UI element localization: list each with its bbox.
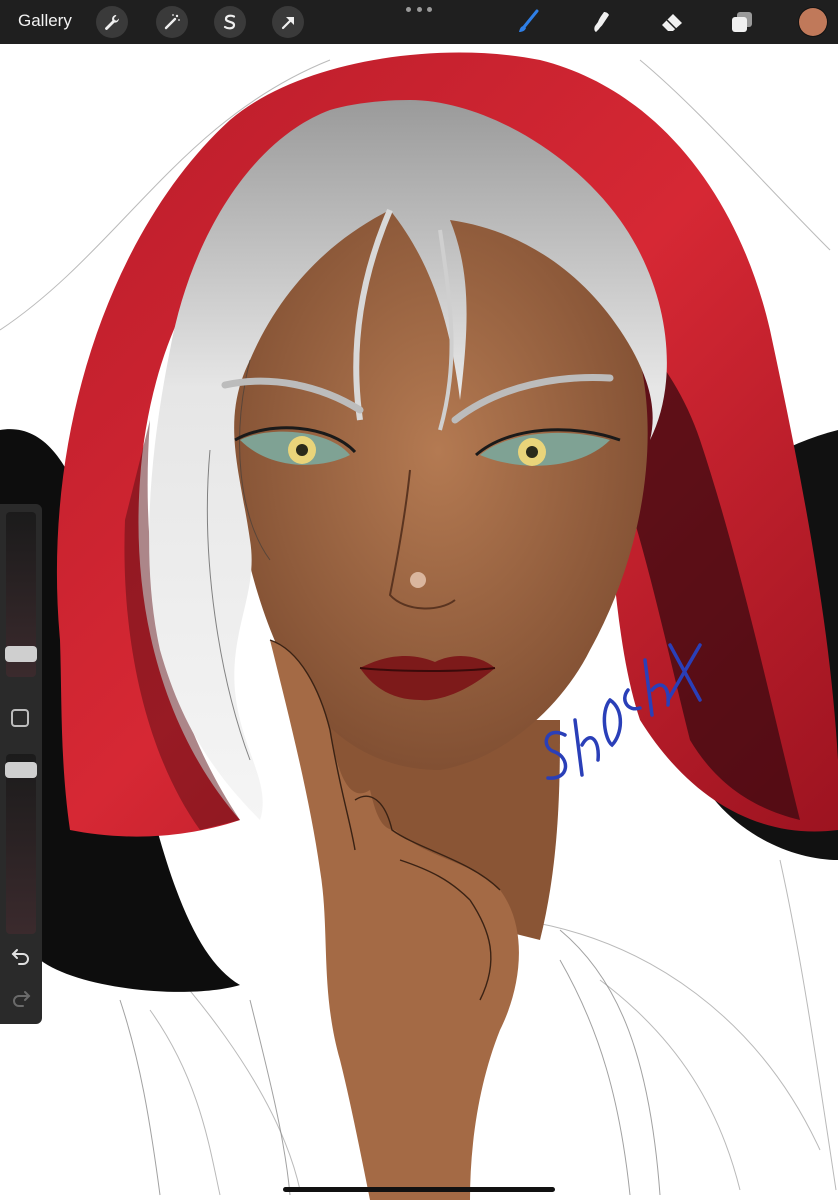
eraser-button[interactable] [656,6,688,38]
opacity-slider[interactable] [5,754,37,934]
layers-icon [732,12,752,32]
brush-size-slider[interactable] [5,512,37,677]
top-toolbar: Gallery [0,0,838,44]
brush-button[interactable] [512,6,544,38]
transform-button[interactable] [272,6,304,38]
modify-button[interactable] [11,709,29,727]
drawing-canvas[interactable] [0,44,838,1200]
adjustments-button[interactable] [156,6,188,38]
brush-size-thumb[interactable] [5,646,37,663]
more-options-icon[interactable] [406,4,432,14]
gallery-button[interactable]: Gallery [18,11,72,31]
redo-button[interactable] [9,986,33,1010]
smudge-button[interactable] [586,6,618,38]
arrow-cursor-icon [281,17,294,30]
smudge-icon [594,12,609,32]
actions-button[interactable] [96,6,128,38]
wrench-icon [105,15,120,30]
eraser-icon [662,14,682,31]
home-indicator [283,1187,555,1192]
opacity-thumb[interactable] [5,762,37,779]
selection-button[interactable] [214,6,246,38]
left-sidebar [0,504,42,1024]
magic-wand-icon [164,14,180,30]
redo-icon [13,991,31,1007]
color-picker-button[interactable] [799,8,827,36]
artwork-illustration [0,52,838,1200]
layers-button[interactable] [726,6,758,38]
undo-button[interactable] [9,944,33,968]
undo-icon [11,949,29,965]
selection-s-icon [223,14,236,30]
brush-icon [519,9,539,32]
